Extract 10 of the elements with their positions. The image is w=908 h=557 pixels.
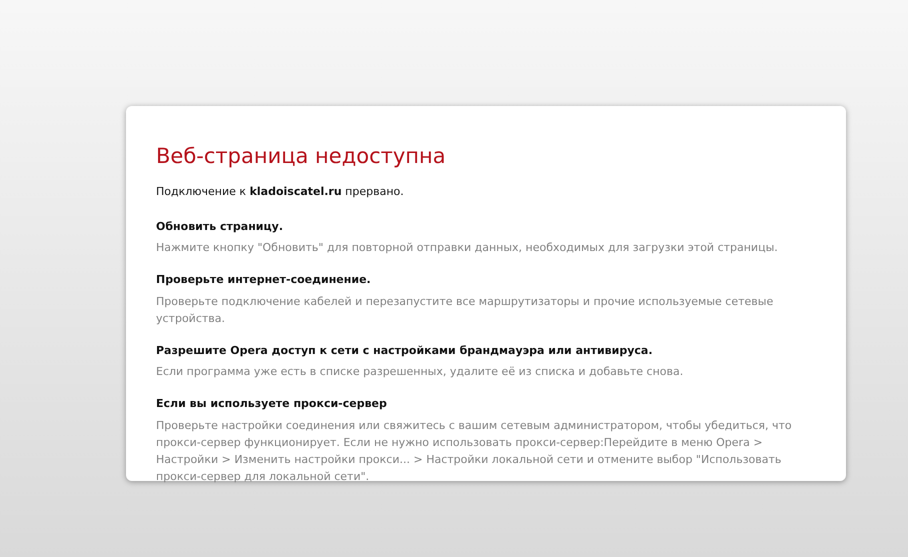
tip-text: Проверьте подключение кабелей и перезапустите все маршрутизаторы и прочие используемые сетевые устройства.	[156, 294, 774, 326]
tip-heading: Проверьте интернет-соединение.	[156, 272, 372, 288]
tip-heading: Если вы используете прокси-сервер	[156, 396, 388, 412]
tip-heading: Разрешите Opera доступ к сети с настройками брандмауэра или антивируса.	[156, 342, 654, 358]
tip-text: Нажмите кнопку "Обновить" для повторной отправки данных, необходимых для загрузки этой страницы.	[156, 240, 779, 256]
error-title: Веб-страница недоступна	[156, 143, 447, 170]
tip-text: Если программа уже есть в списке разрешенных, удалите её из списка и добавьте снова.	[156, 364, 684, 380]
error-message: Подключение к kladoiscatel.ru прервано.	[156, 184, 405, 200]
tip-text: Проверьте настройки соединения или свяжитесь с вашим сетевым администратором, чтобы убедиться, что прокси-сервер функционирует. Если не нужно использовать прокси-сервер:Перейдите в меню Opera > Настройки > Изменить настройки прокси... > Настройки локальной сети и отмените выбор "Использовать прокси-сервер для локальной сети".	[156, 418, 793, 484]
tip-heading: Обновить страницу.	[156, 218, 284, 234]
